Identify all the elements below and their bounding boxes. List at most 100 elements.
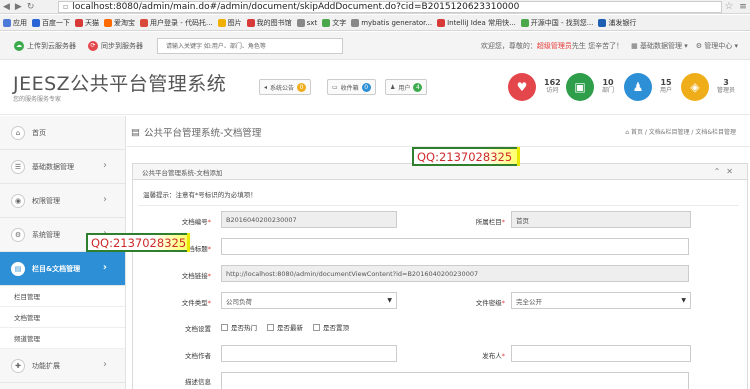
doc-type-select[interactable]: 公司负荷 ▼ xyxy=(221,292,397,309)
welcome-prefix: 欢迎您，尊敬的： xyxy=(480,41,537,50)
author-input[interactable] xyxy=(221,345,397,362)
users-button[interactable]: ♟ 用户 4 xyxy=(385,79,428,95)
column-field[interactable]: 首页 xyxy=(511,211,691,228)
bookmark-icon xyxy=(351,18,360,27)
back-icon[interactable]: ◀ xyxy=(3,2,10,12)
column-label-text: 所属栏目 xyxy=(475,218,502,226)
sidebar-item-label: 权限管理 xyxy=(32,196,60,205)
bookmark-item[interactable]: 文字 xyxy=(322,18,346,28)
pin-top-checkbox[interactable]: 是否置顶 xyxy=(313,322,349,332)
reload-icon[interactable]: ↻ xyxy=(27,2,35,12)
stat-visits-value: 162 xyxy=(544,78,561,87)
app-topbar: ☁ 上传到云服务器 ⟳ 同步到服务器 请输入关键字 如:用户、部门、角色等 欢迎… xyxy=(0,32,750,60)
bookmark-icon xyxy=(520,18,529,27)
newest-checkbox[interactable]: 是否最新 xyxy=(267,322,303,332)
admin-center-menu[interactable]: ⚙ 管理中心 ▾ xyxy=(696,41,738,51)
bookmark-item[interactable]: IntelliJ Idea 常用快... xyxy=(437,18,516,28)
forward-icon[interactable]: ▶ xyxy=(15,2,22,12)
bookmark-item[interactable]: 应用 xyxy=(3,18,27,28)
doc-link-field[interactable]: http://localhost:8080/admin/documentView… xyxy=(221,265,689,282)
bookmark-icon xyxy=(437,18,446,27)
inbox-button[interactable]: ▭ 收件箱 0 xyxy=(327,79,376,95)
sidebar-item-home[interactable]: ⌂ 首页 xyxy=(0,116,125,150)
puzzle-icon: ✚ xyxy=(11,358,25,373)
sidebar-subitem-channels[interactable]: 频道管理 xyxy=(0,328,125,349)
bookmark-icon xyxy=(75,18,83,27)
secret-level-value: 完全公开 xyxy=(516,297,542,306)
panel-title: 公共平台管理系统-文档添加 xyxy=(142,168,223,177)
user-welcome: 欢迎您，尊敬的：超级管理员先生 您辛苦了！ ▦ 基础数据管理 ▾ ⚙ 管理中心 … xyxy=(481,41,750,51)
megaphone-icon: ◂ xyxy=(264,83,268,91)
bookmark-label: mybatis generator... xyxy=(361,18,433,27)
sidebar-item-documents[interactable]: ▤ 栏目&文档管理 › xyxy=(0,252,125,286)
stat-visits-text: 162 访问 xyxy=(544,79,561,95)
base-data-label: 基础数据管理 xyxy=(639,41,682,50)
bookmark-item[interactable]: mybatis generator... xyxy=(351,18,433,27)
bookmark-item[interactable]: 图片 xyxy=(217,18,242,28)
bookmark-item[interactable]: 开源中国 - 找到您... xyxy=(520,18,593,28)
stat-users-value: 15 xyxy=(660,78,672,87)
stat-users[interactable]: ♟ 15 用户 xyxy=(624,73,672,101)
caret-down-icon: ▼ xyxy=(387,297,392,304)
stat-departments-text: 10 部门 xyxy=(602,79,614,95)
bookmark-star-icon[interactable]: ☆ xyxy=(722,1,736,12)
sync-server-label: 同步到服务器 xyxy=(101,41,143,50)
chevron-right-icon: › xyxy=(103,359,107,370)
panel-header: 公共平台管理系统-文档添加 ⌃✕ xyxy=(133,164,747,180)
sidebar-item-extensions[interactable]: ✚ 功能扩展 › xyxy=(0,349,125,383)
sidebar-item-base-data[interactable]: ☰ 基础数据管理 › xyxy=(0,150,125,184)
global-search-input[interactable]: 请输入关键字 如:用户、部门、角色等 xyxy=(157,37,343,54)
secret-level-label: 文件密级* xyxy=(435,297,505,307)
bookmark-item[interactable]: 浦发银行 xyxy=(598,18,636,28)
stat-departments[interactable]: ▣ 10 部门 xyxy=(566,73,614,101)
inbox-icon: ▭ xyxy=(332,83,338,91)
caret-down-icon: ▾ xyxy=(734,41,738,50)
doc-no-field[interactable]: B2016040200230007 xyxy=(221,211,397,228)
system-notice-button[interactable]: ◂ 系统公告 0 xyxy=(259,79,312,95)
browser-address-bar: ◀ ▶ ↻ ▫ localhost:8080/admin/main.do#/ad… xyxy=(0,0,750,14)
caret-down-icon: ▾ xyxy=(684,41,688,50)
secret-level-select[interactable]: 完全公开 ▼ xyxy=(511,292,691,309)
close-icon[interactable]: ✕ xyxy=(726,167,739,176)
admin-center-label: 管理中心 xyxy=(704,41,733,50)
cloud-icon: ☁ xyxy=(14,40,24,51)
bookmark-item[interactable]: 天猫 xyxy=(75,18,99,28)
bookmark-item[interactable]: 我的图书馆 xyxy=(246,18,292,28)
stat-users-label: 用户 xyxy=(660,87,673,94)
doc-no-label-text: 文档编号 xyxy=(181,218,208,226)
stat-visits[interactable]: ♥ 162 访问 xyxy=(508,73,561,101)
users-badge: 4 xyxy=(413,82,423,92)
upload-server-button[interactable]: ☁ 上传到云服务器 xyxy=(14,40,76,51)
base-data-menu[interactable]: ▦ 基础数据管理 ▾ xyxy=(631,41,688,51)
chevron-right-icon: › xyxy=(103,160,107,171)
bookmark-item[interactable]: 百度一下 xyxy=(32,18,70,28)
list-icon: ☰ xyxy=(11,159,25,174)
document-form-panel: 公共平台管理系统-文档添加 ⌃✕ 温馨提示：注意有*号标识的为必填项！ 文档编号… xyxy=(132,163,748,389)
sidebar-subitem-documents[interactable]: 文档管理 xyxy=(0,307,125,328)
notice-badge: 0 xyxy=(297,82,307,92)
user-icon: ♟ xyxy=(624,73,652,101)
bookmark-item[interactable]: sxt xyxy=(296,18,317,27)
browser-menu-icon[interactable]: ≡ xyxy=(736,2,750,12)
description-textarea[interactable] xyxy=(221,372,689,389)
doc-title-input[interactable] xyxy=(221,238,689,255)
breadcrumb[interactable]: ⌂ 首页 / 文档&栏目管理 / 文档&栏目管理 xyxy=(625,127,736,136)
url-field[interactable]: ▫ localhost:8080/admin/main.do#/admin/do… xyxy=(58,0,722,13)
home-icon: ⌂ xyxy=(11,125,25,140)
sidebar-subitem-columns[interactable]: 栏目管理 xyxy=(0,286,125,307)
stat-admins[interactable]: ◈ 3 管理员 xyxy=(681,73,735,101)
bookmark-item[interactable]: 爱淘宝 xyxy=(104,18,135,28)
bookmark-item[interactable]: 用户登录 - 代码托... xyxy=(140,18,213,28)
collapse-icon[interactable]: ⌃ xyxy=(714,167,727,176)
publisher-input[interactable] xyxy=(511,345,691,362)
required-mark: * xyxy=(207,218,211,226)
file-icon: ▤ xyxy=(11,261,25,276)
sync-server-button[interactable]: ⟳ 同步到服务器 xyxy=(88,40,143,51)
doc-link-label: 文档链接* xyxy=(141,270,211,280)
grid-icon: ▦ xyxy=(631,41,638,50)
column-label: 所属栏目* xyxy=(435,216,505,226)
upload-server-label: 上传到云服务器 xyxy=(27,41,76,50)
hot-checkbox[interactable]: 是否热门 xyxy=(221,322,257,332)
sidebar-item-permissions[interactable]: ◉ 权限管理 › xyxy=(0,184,125,218)
checkbox-box xyxy=(267,323,274,331)
